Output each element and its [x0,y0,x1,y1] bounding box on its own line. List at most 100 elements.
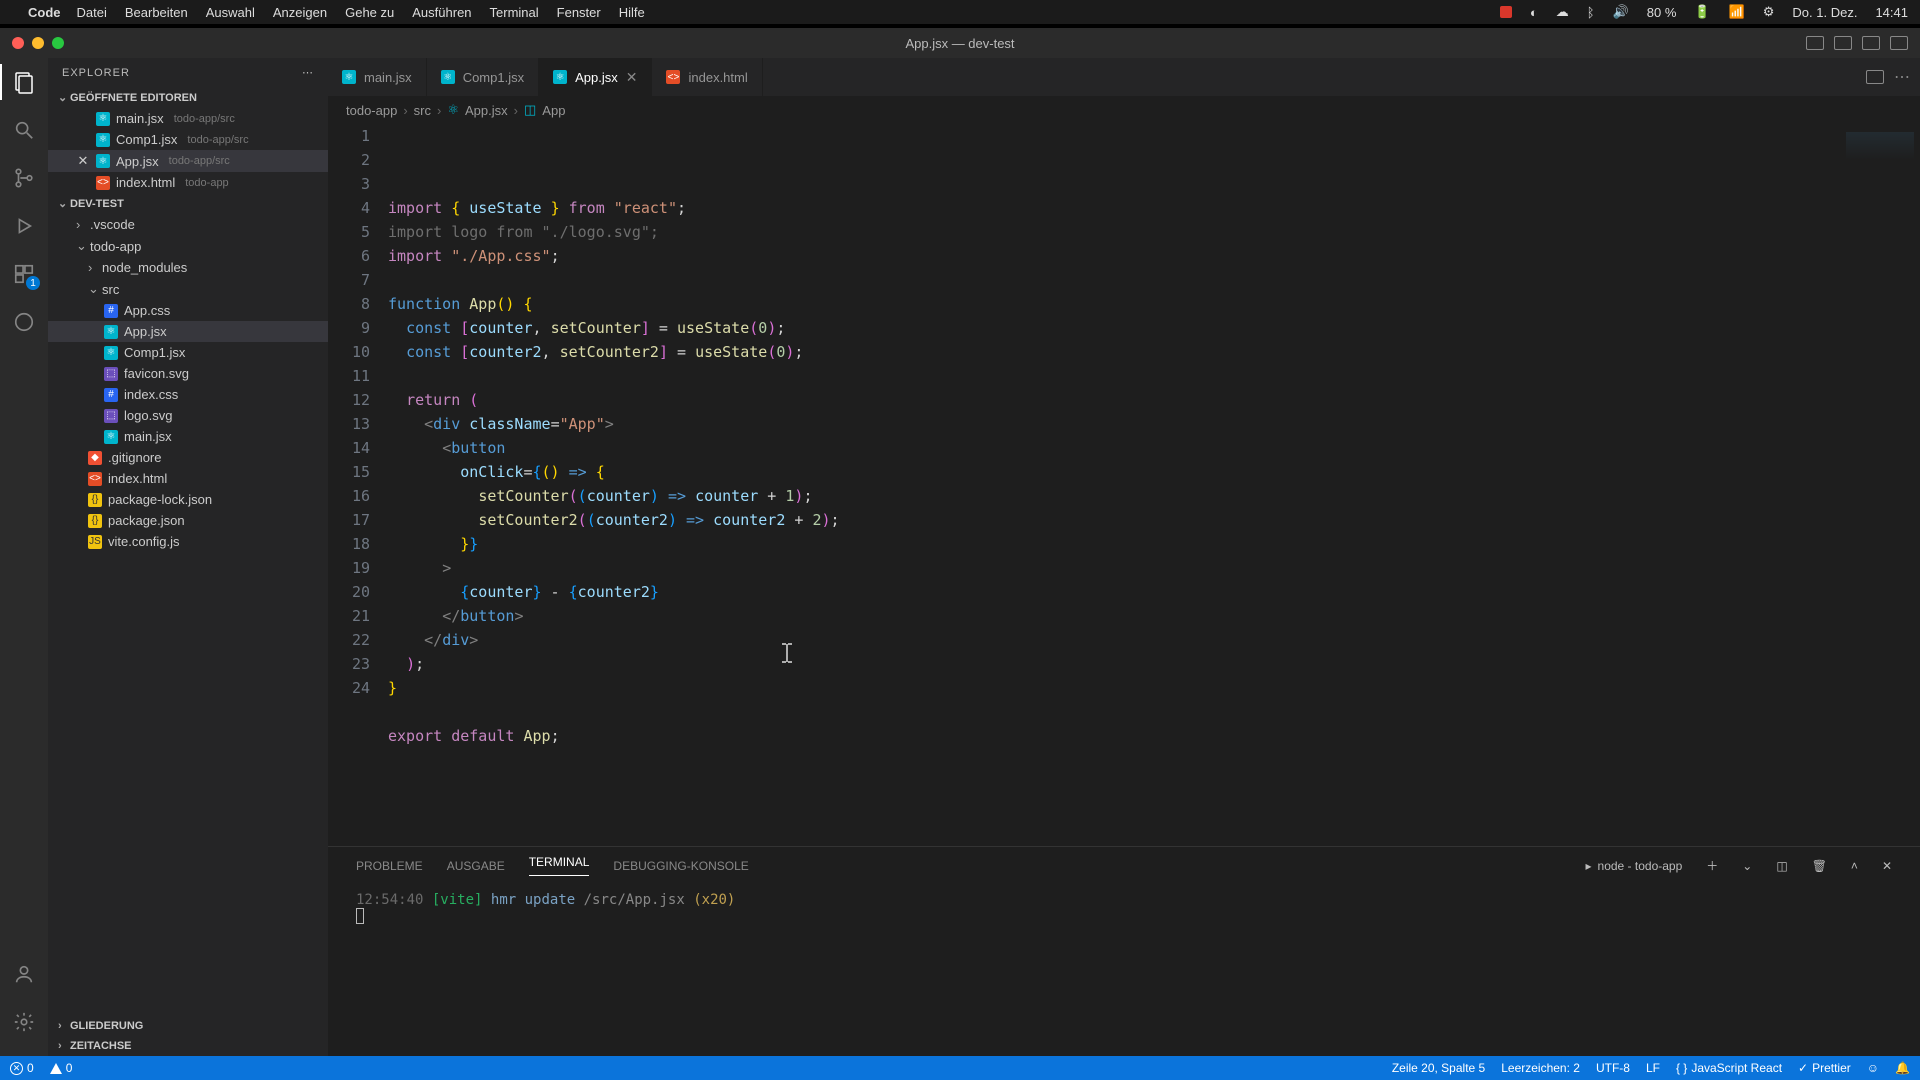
code-editor[interactable]: 123456789101112131415161718192021222324 … [328,124,1920,846]
open-editor-item[interactable]: ⚛Comp1.jsxtodo-app/src [48,129,328,150]
file-item[interactable]: ⚛App.jsx [48,321,328,342]
menu-selection[interactable]: Auswahl [206,5,255,20]
file-type-icon: ⚛ [553,70,567,84]
panel-tab-problems[interactable]: PROBLEME [356,859,423,873]
menu-goto[interactable]: Gehe zu [345,5,394,20]
menu-help[interactable]: Hilfe [619,5,645,20]
status-cursor[interactable]: Zeile 20, Spalte 5 [1392,1061,1485,1075]
open-editor-item[interactable]: ✕⚛App.jsxtodo-app/src [48,150,328,172]
activity-extensions-icon[interactable]: 1 [10,260,38,288]
folder-src[interactable]: ⌄src [48,278,328,300]
activity-search-icon[interactable] [10,116,38,144]
battery-percent[interactable]: 80 % [1647,5,1677,20]
battery-icon[interactable]: 🔋 [1694,4,1710,20]
panel-maximize-icon[interactable]: ˄ [1851,859,1858,873]
file-item[interactable]: ◆.gitignore [48,447,328,468]
timeline-section[interactable]: ›ZEITACHSE [48,1036,328,1056]
window-zoom-icon[interactable] [52,37,64,49]
titlebar: App.jsx — dev-test [0,28,1920,58]
terminal-kill-icon[interactable]: 🗑 [1812,859,1827,873]
editor-tabs: ⚛main.jsx⚛Comp1.jsx⚛App.jsx✕<>index.html… [328,58,1920,96]
panel-tab-output[interactable]: AUSGABE [447,859,505,873]
menu-view[interactable]: Anzeigen [273,5,327,20]
status-language[interactable]: { } JavaScript React [1676,1061,1782,1075]
folder-node-modules[interactable]: ›node_modules [48,257,328,278]
outline-section[interactable]: ›GLIEDERUNG [48,1016,328,1036]
menubar-date[interactable]: Do. 1. Dez. [1792,5,1857,20]
menu-run[interactable]: Ausführen [412,5,471,20]
file-item[interactable]: <>index.html [48,468,328,489]
status-spaces[interactable]: Leerzeichen: 2 [1501,1061,1580,1075]
file-item[interactable]: ⬚logo.svg [48,405,328,426]
tab-more-icon[interactable]: ⋯ [1894,67,1910,87]
menubar-time[interactable]: 14:41 [1875,5,1908,20]
volume-icon[interactable]: 🔊 [1613,4,1629,20]
file-type-icon: ⚛ [342,70,356,84]
tab-close-icon[interactable]: ✕ [626,69,638,86]
file-item[interactable]: ⬚favicon.svg [48,363,328,384]
activity-source-control-icon[interactable] [10,164,38,192]
file-item[interactable]: ⚛Comp1.jsx [48,342,328,363]
file-item[interactable]: #App.css [48,300,328,321]
file-item[interactable]: ⚛main.jsx [48,426,328,447]
editor-tab[interactable]: ⚛Comp1.jsx [427,58,539,96]
layout-right-icon[interactable] [1862,36,1880,50]
file-item[interactable]: #index.css [48,384,328,405]
split-editor-icon[interactable] [1866,70,1884,84]
menu-window[interactable]: Fenster [557,5,601,20]
panel-tab-terminal[interactable]: TERMINAL [529,855,590,876]
app-name[interactable]: Code [28,5,61,20]
file-type-icon: ⚛ [441,70,455,84]
status-eol[interactable]: LF [1646,1061,1660,1075]
layout-bottom-icon[interactable] [1834,36,1852,50]
breadcrumb[interactable]: todo-app› src› ⚛App.jsx› ◫App [328,96,1920,124]
terminal-new-icon[interactable]: ＋ [1706,857,1718,874]
status-encoding[interactable]: UTF-8 [1596,1061,1630,1075]
close-icon[interactable]: ✕ [76,153,90,169]
panel-close-icon[interactable]: ✕ [1882,859,1892,873]
open-editor-item[interactable]: ⚛main.jsxtodo-app/src [48,108,328,129]
status-bell-icon[interactable]: 🔔 [1895,1061,1910,1075]
window-minimize-icon[interactable] [32,37,44,49]
file-item[interactable]: {}package.json [48,510,328,531]
menu-terminal[interactable]: Terminal [490,5,539,20]
activity-debug-icon[interactable] [10,212,38,240]
folder-todo-app[interactable]: ⌄todo-app [48,235,328,257]
wifi-icon[interactable]: 📶 [1729,4,1745,20]
recording-icon[interactable] [1500,6,1512,18]
tray-icon-2[interactable]: ☁ [1556,4,1569,20]
open-editor-item[interactable]: <>index.htmltodo-app [48,172,328,193]
status-feedback-icon[interactable]: ☺ [1867,1061,1879,1075]
minimap[interactable] [1840,124,1920,846]
explorer-sidebar: EXPLORER ⋯ ⌄GEÖFFNETE EDITOREN ⚛main.jsx… [48,58,328,1056]
editor-tab[interactable]: <>index.html [652,58,762,96]
terminal-split-icon[interactable]: ◫ [1776,859,1787,873]
bluetooth-icon[interactable]: ᛒ [1587,5,1595,20]
folder-vscode[interactable]: ›.vscode [48,214,328,235]
file-item[interactable]: JSvite.config.js [48,531,328,552]
terminal-shell-picker[interactable]: ▸ node - todo-app [1586,859,1683,873]
project-section[interactable]: ⌄DEV-TEST [48,193,328,214]
open-editors-section[interactable]: ⌄GEÖFFNETE EDITOREN [48,87,328,108]
editor-tab[interactable]: ⚛App.jsx✕ [539,58,652,96]
explorer-more-icon[interactable]: ⋯ [302,66,314,79]
menu-edit[interactable]: Bearbeiten [125,5,188,20]
panel-tab-debug[interactable]: DEBUGGING-KONSOLE [613,859,748,873]
tray-icon-1[interactable]: ◐ [1530,5,1538,20]
activity-remote-icon[interactable] [10,308,38,336]
status-warnings[interactable]: 0 [50,1061,73,1075]
menu-file[interactable]: Datei [77,5,107,20]
window-close-icon[interactable] [12,37,24,49]
layout-left-icon[interactable] [1806,36,1824,50]
activity-explorer-icon[interactable] [10,68,38,96]
terminal-output[interactable]: 12:54:40 [vite] hmr update /src/App.jsx … [328,884,1920,1056]
activity-account-icon[interactable] [10,960,38,988]
activity-settings-icon[interactable] [10,1008,38,1036]
file-item[interactable]: {}package-lock.json [48,489,328,510]
status-errors[interactable]: ✕0 [10,1061,34,1075]
editor-tab[interactable]: ⚛main.jsx [328,58,427,96]
status-prettier[interactable]: ✓ Prettier [1798,1061,1851,1075]
layout-full-icon[interactable] [1890,36,1908,50]
control-center-icon[interactable]: ⚙ [1763,4,1775,20]
terminal-dropdown-icon[interactable]: ⌄ [1742,859,1752,873]
